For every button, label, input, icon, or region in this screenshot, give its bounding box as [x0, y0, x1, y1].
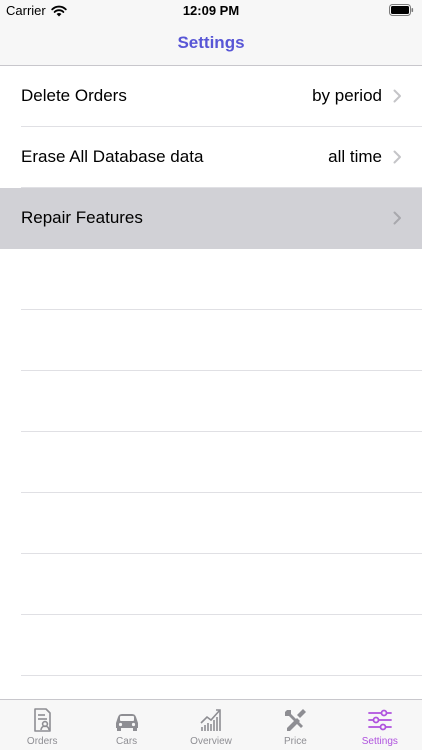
chevron-right-icon [393, 211, 401, 225]
status-time: 12:09 PM [182, 3, 240, 18]
row-detail: by period [312, 86, 382, 105]
empty-row [0, 554, 422, 615]
row-title: Repair Features [21, 208, 143, 227]
row-title: Erase All Database data [21, 147, 204, 166]
navigation-bar: Settings [0, 22, 422, 66]
chevron-right-icon [393, 89, 401, 103]
row-erase-database[interactable]: Erase All Database data all time [0, 127, 422, 188]
row-delete-orders[interactable]: Delete Orders by period [0, 66, 422, 127]
empty-row [0, 432, 422, 493]
sliders-icon [367, 709, 392, 731]
tab-settings[interactable]: Settings [338, 700, 422, 750]
tab-label: Cars [116, 736, 138, 747]
tab-price[interactable]: Price [253, 700, 337, 750]
settings-table: Delete Orders by period Erase All Databa… [0, 66, 422, 676]
tab-label: Price [284, 736, 307, 747]
battery-icon [389, 4, 414, 16]
status-bar: Carrier 12:09 PM [0, 0, 422, 22]
row-separator [21, 675, 422, 676]
tab-orders[interactable]: Orders [0, 700, 84, 750]
tab-overview[interactable]: Overview [169, 700, 253, 750]
status-right [389, 4, 414, 19]
tab-label: Orders [26, 736, 58, 747]
empty-row [0, 249, 422, 310]
empty-row [0, 371, 422, 432]
empty-row [0, 615, 422, 676]
car-icon [115, 714, 138, 731]
empty-row [0, 310, 422, 371]
tools-icon [285, 709, 307, 731]
tab-cars[interactable]: Cars [84, 700, 168, 750]
tab-label: Overview [190, 736, 232, 747]
tab-bar: Orders Cars Overview Price Settings [0, 699, 422, 750]
row-detail: all time [328, 147, 382, 166]
row-title: Delete Orders [21, 86, 127, 105]
orders-icon [34, 708, 52, 732]
empty-row [0, 493, 422, 554]
chart-icon [200, 709, 221, 731]
chevron-right-icon [393, 150, 401, 164]
page-title: Settings [177, 33, 245, 52]
tab-label: Settings [361, 736, 398, 747]
row-repair-features[interactable]: Repair Features [0, 188, 422, 249]
